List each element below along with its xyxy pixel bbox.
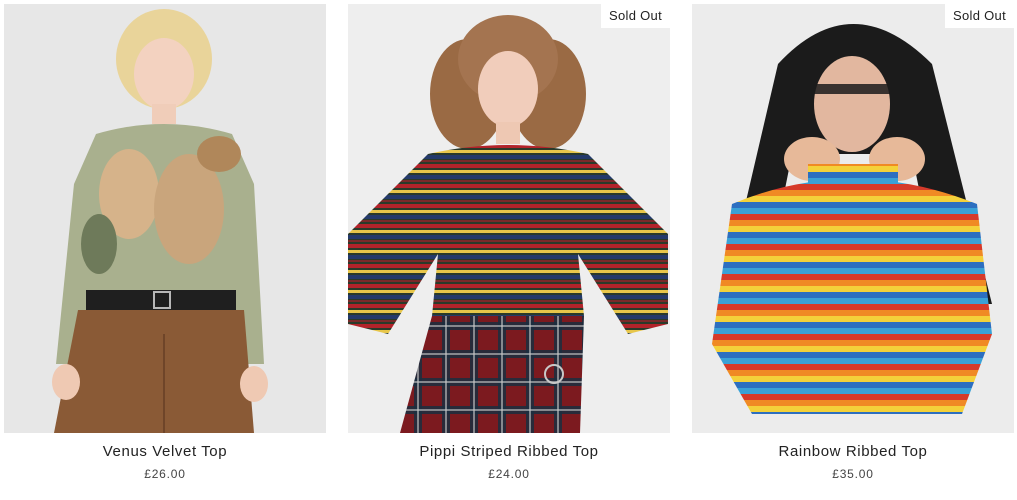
product-price: £26.00: [144, 467, 186, 481]
sold-out-badge: Sold Out: [601, 4, 670, 28]
product-title[interactable]: Venus Velvet Top: [4, 443, 326, 460]
product-grid: Venus Velvet Top £26.00 Sold Out Pippi S…: [0, 0, 1017, 500]
product-price: £24.00: [488, 467, 530, 481]
product-image[interactable]: [4, 4, 326, 433]
sold-out-badge: Sold Out: [945, 4, 1014, 28]
product-price: £35.00: [832, 467, 874, 481]
product-photo: [348, 4, 670, 433]
product-card-venus-velvet-top[interactable]: Venus Velvet Top £26.00: [4, 4, 326, 496]
product-photo: [4, 4, 326, 433]
product-card-rainbow-ribbed-top[interactable]: Sold Out Rainbow Ribbed Top £35.00: [692, 4, 1014, 496]
product-title[interactable]: Pippi Striped Ribbed Top: [348, 443, 670, 460]
product-image[interactable]: [348, 4, 670, 433]
product-card-pippi-striped-ribbed-top[interactable]: Sold Out Pippi Striped Ribbed Top £24.00: [348, 4, 670, 496]
product-title[interactable]: Rainbow Ribbed Top: [692, 443, 1014, 460]
product-image[interactable]: [692, 4, 1014, 433]
product-photo: [692, 4, 1014, 433]
